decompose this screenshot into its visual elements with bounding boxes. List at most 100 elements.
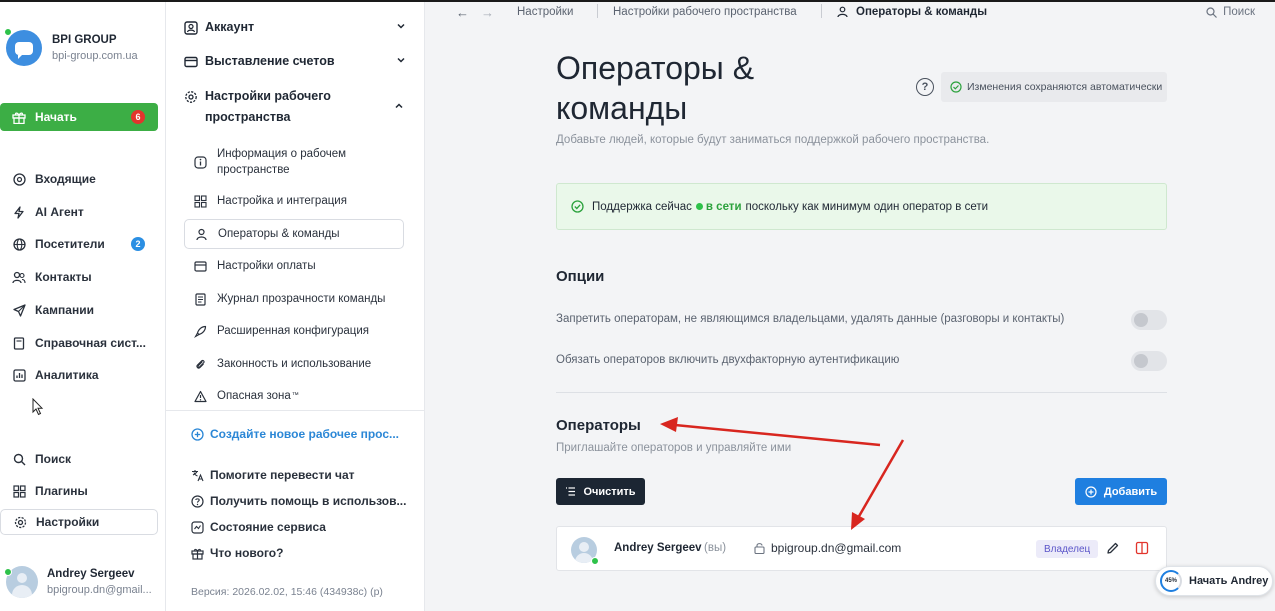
- check-circle-icon: [571, 200, 584, 213]
- forward-arrow-icon[interactable]: →: [481, 5, 494, 20]
- subnav-team-audit-log[interactable]: Журнал прозрачности команды: [184, 284, 404, 314]
- page-title: Операторы & команды: [556, 50, 755, 126]
- lock-icon: [754, 543, 765, 554]
- help-get-help[interactable]: Получить помощь в использов...: [191, 494, 406, 508]
- contacts-icon: [12, 270, 26, 284]
- gear-icon: [185, 91, 197, 103]
- sidebar-item-label: Входящие: [35, 172, 96, 186]
- sidebar-item-label: Посетители: [35, 237, 105, 251]
- sidebar-item-label: AI Агент: [35, 205, 84, 219]
- sidebar-item-help-center[interactable]: Справочная сист...: [0, 330, 158, 356]
- card-icon: [184, 56, 198, 68]
- help-whats-new[interactable]: Что нового?: [191, 546, 283, 560]
- plugins-icon: [12, 484, 26, 498]
- chevron-up-icon[interactable]: [394, 101, 404, 111]
- start-widget[interactable]: 45% Начать Andrey: [1155, 566, 1273, 596]
- inbox-icon: [12, 172, 26, 186]
- plus-circle-icon: [1085, 485, 1097, 498]
- workspace-name: BPI GROUP: [52, 34, 117, 46]
- help-icon[interactable]: ?: [916, 78, 934, 96]
- help-item-label: Помогите перевести чат: [210, 468, 355, 482]
- search-icon: [12, 452, 26, 466]
- warning-icon: [194, 390, 207, 402]
- help-item-label: Состояние сервиса: [210, 520, 326, 534]
- book-icon: [12, 336, 26, 350]
- subnav-label: Расширенная конфигурация: [217, 325, 370, 337]
- sidebar-item-settings[interactable]: Настройки: [0, 509, 158, 535]
- breadcrumb-separator: [597, 4, 598, 18]
- user-profile[interactable]: Andrey Sergeev bpigroup.dn@gmail...: [6, 566, 152, 598]
- section-billing[interactable]: Выставление счетов: [184, 51, 408, 72]
- user-icon: [196, 228, 207, 240]
- start-button[interactable]: Начать 6: [0, 103, 158, 131]
- section-account[interactable]: Аккаунт: [184, 17, 408, 38]
- toggle-require-2fa[interactable]: [1131, 351, 1167, 371]
- card-icon: [194, 260, 207, 272]
- search-label: Поиск: [1223, 6, 1255, 18]
- sidebar-item-visitors[interactable]: Посетители 2: [0, 231, 158, 257]
- help-item-label: Что нового?: [210, 546, 284, 560]
- autosave-text: Изменения сохраняются автоматически: [967, 81, 1163, 93]
- status-suffix: поскольку как минимум один оператор в се…: [745, 200, 989, 213]
- add-operator-button[interactable]: Добавить: [1075, 478, 1167, 505]
- clear-label: Очистить: [583, 485, 636, 498]
- subnav-operators-teams[interactable]: Операторы & команды: [184, 219, 404, 249]
- subnav-setup-integration[interactable]: Настройка и интеграция: [184, 186, 404, 216]
- subnav-label: Настройки оплаты: [217, 260, 316, 272]
- status-icon: [191, 520, 204, 534]
- sidebar-item-ai-agent[interactable]: AI Агент: [0, 199, 158, 225]
- back-arrow-icon[interactable]: ←: [456, 5, 469, 20]
- sidebar-item-campaigns[interactable]: Кампании: [0, 297, 158, 323]
- breadcrumb-settings[interactable]: Настройки: [517, 6, 573, 18]
- top-search[interactable]: Поиск: [1206, 6, 1255, 18]
- section-label: Выставление счетов: [205, 54, 335, 68]
- sidebar-item-search[interactable]: Поиск: [0, 446, 158, 472]
- progress-ring: 45%: [1160, 570, 1182, 592]
- sidebar-item-plugins[interactable]: Плагины: [0, 478, 158, 504]
- sidebar-item-analytics[interactable]: Аналитика: [0, 362, 158, 388]
- clear-button[interactable]: Очистить: [556, 478, 645, 505]
- help-translate-chat[interactable]: Помогите перевести чат: [191, 468, 355, 482]
- operator-name: Andrey Sergeev: [614, 542, 702, 554]
- sidebar-item-label: Справочная сист...: [35, 336, 146, 350]
- leave-icon[interactable]: [1135, 541, 1149, 555]
- help-service-status[interactable]: Состояние сервиса: [191, 520, 326, 534]
- account-icon: [184, 21, 198, 35]
- start-badge: 6: [131, 110, 145, 124]
- status-online: в сети: [705, 200, 742, 213]
- operator-online-indicator: [591, 557, 599, 565]
- toggle-knob: [1134, 354, 1148, 368]
- workspace-switcher[interactable]: BPI GROUP bpi-group.com.ua: [4, 28, 138, 66]
- subnav-label: Настройка и интеграция: [217, 195, 347, 207]
- section-divider: [556, 392, 1167, 393]
- send-icon: [12, 303, 26, 317]
- operator-you: (вы): [704, 542, 727, 554]
- mouse-cursor-icon: [32, 398, 44, 416]
- workspace-domain: bpi-group.com.ua: [52, 50, 138, 62]
- subnav-payment-settings[interactable]: Настройки оплаты: [184, 251, 404, 281]
- user-icon: [837, 6, 848, 18]
- section-label: Аккаунт: [205, 20, 255, 34]
- sidebar-item-label: Плагины: [35, 484, 88, 498]
- options-title: Опции: [556, 268, 605, 285]
- sidebar-item-inbox[interactable]: Входящие: [0, 166, 158, 192]
- operators-title: Операторы: [556, 417, 641, 434]
- check-circle-icon: [950, 81, 962, 93]
- user-name: Andrey Sergeev: [47, 568, 135, 580]
- create-workspace-link[interactable]: Создайте новое рабочее прос...: [191, 427, 399, 441]
- subnav-advanced-config[interactable]: Расширенная конфигурация: [184, 316, 404, 346]
- toggle-restrict-delete[interactable]: [1131, 310, 1167, 330]
- section-workspace-settings[interactable]: Настройки рабочего пространства: [184, 86, 384, 128]
- breadcrumb-workspace-settings[interactable]: Настройки рабочего пространства: [613, 6, 797, 18]
- pencil-icon[interactable]: [1106, 541, 1120, 555]
- workspace-logo: [4, 28, 42, 66]
- status-prefix: Поддержка сейчас: [592, 200, 692, 213]
- add-label: Добавить: [1103, 485, 1158, 498]
- breadcrumb-current: Операторы & команды: [856, 6, 988, 18]
- subnav-danger-zone[interactable]: Опасная зона ™: [184, 381, 404, 411]
- filter-lines-icon: [566, 487, 576, 496]
- sidebar-item-contacts[interactable]: Контакты: [0, 264, 158, 290]
- subnav-legal-usage[interactable]: Законность и использование: [184, 349, 404, 379]
- online-indicator: [4, 28, 12, 36]
- subnav-workspace-info[interactable]: Информация о рабочем пространстве: [184, 144, 404, 180]
